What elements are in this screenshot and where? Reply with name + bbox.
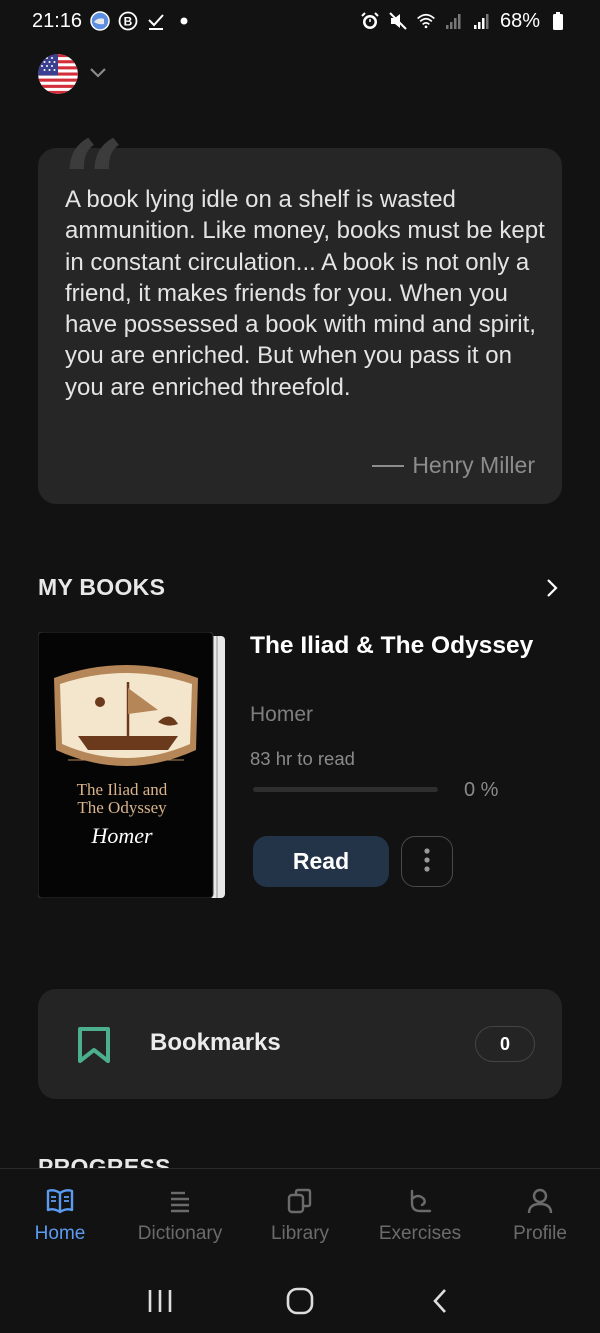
us-flag-icon <box>38 54 78 94</box>
nav-exercises[interactable]: Exercises <box>360 1169 480 1268</box>
book-author: Homer <box>250 703 314 726</box>
nav-home[interactable]: Home <box>0 1169 120 1268</box>
b-circle-icon: B <box>118 11 138 31</box>
book-progress-bar <box>253 787 438 792</box>
user-icon <box>524 1185 556 1217</box>
bookmark-icon <box>77 1026 111 1064</box>
back-button[interactable] <box>420 1281 460 1321</box>
copy-icon <box>284 1185 316 1217</box>
more-options-button[interactable] <box>401 836 453 887</box>
read-button[interactable]: Read <box>253 836 389 887</box>
nav-library-label: Library <box>270 1223 330 1244</box>
nav-dictionary[interactable]: Dictionary <box>120 1169 240 1268</box>
quote-text: A book lying idle on a shelf is wasted a… <box>65 186 545 401</box>
chevron-right-icon[interactable] <box>540 576 564 600</box>
cover-author: Homer <box>90 823 153 848</box>
nav-home-label: Home <box>34 1223 86 1244</box>
wifi-icon <box>416 11 436 31</box>
svg-text:B: B <box>124 15 133 29</box>
status-bar: 21:16 B 68% <box>0 0 600 42</box>
book-cover[interactable]: The Iliad and The Odyssey Homer <box>37 631 226 899</box>
system-nav-bar <box>0 1268 600 1333</box>
language-selector[interactable] <box>38 54 108 94</box>
nav-profile-label: Profile <box>513 1223 567 1244</box>
status-time: 21:16 <box>32 9 83 32</box>
chevron-down-icon <box>88 62 108 87</box>
quote-card: “ A book lying idle on a shelf is wasted… <box>38 126 562 504</box>
bookmarks-count-badge: 0 <box>475 1026 535 1062</box>
cover-title-line1: The Iliad and <box>77 780 168 799</box>
nav-library[interactable]: Library <box>240 1169 360 1268</box>
list-icon <box>164 1185 196 1217</box>
my-books-title: MY BOOKS <box>38 574 166 600</box>
book-time-to-read: 83 hr to read <box>250 748 355 769</box>
quote-author-name: Henry Miller <box>412 452 535 478</box>
more-vertical-icon <box>423 847 431 876</box>
quote-author: Henry Miller <box>372 452 535 479</box>
exercise-icon <box>404 1185 436 1217</box>
battery-icon <box>548 11 568 31</box>
mute-icon <box>388 11 408 31</box>
nav-dictionary-label: Dictionary <box>137 1223 223 1244</box>
recent-apps-button[interactable] <box>140 1281 180 1321</box>
home-button[interactable] <box>280 1281 320 1321</box>
bookmarks-card[interactable]: Bookmarks 0 <box>38 989 562 1099</box>
alarm-icon <box>360 11 380 31</box>
check-icon <box>146 11 166 31</box>
book-open-icon <box>44 1185 76 1217</box>
battery-percent: 68% <box>499 9 540 32</box>
dot-icon <box>174 11 194 31</box>
bookmarks-label: Bookmarks <box>150 1029 281 1056</box>
book-title[interactable]: The Iliad & The Odyssey <box>250 630 550 662</box>
cover-title-line2: The Odyssey <box>77 798 167 817</box>
author-dash <box>372 464 405 467</box>
nav-exercises-label: Exercises <box>378 1223 462 1244</box>
signal-icon <box>472 11 492 31</box>
signal-icon <box>444 11 464 31</box>
nav-profile[interactable]: Profile <box>480 1169 600 1268</box>
bottom-nav: Home Dictionary Library Exercises Profil… <box>0 1168 600 1268</box>
book-progress-percent: 0 % <box>464 779 499 801</box>
globe-icon <box>90 11 110 31</box>
